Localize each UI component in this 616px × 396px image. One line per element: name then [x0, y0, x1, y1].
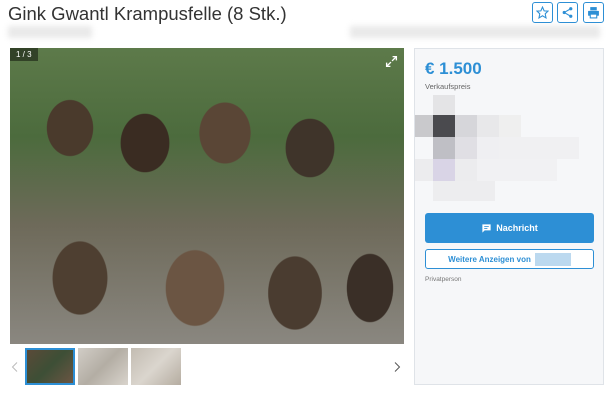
blurred-meta-right: [350, 26, 600, 38]
krampus-costumes-photo: [10, 48, 404, 344]
seller-type: Privatperson: [425, 276, 462, 283]
redacted-seller-name: [534, 252, 571, 266]
thumbnail-2[interactable]: [78, 348, 128, 385]
main-photo[interactable]: 1 / 3: [10, 48, 404, 344]
message-button[interactable]: Nachricht: [425, 213, 594, 243]
thumbnail-1[interactable]: [25, 348, 75, 385]
chat-icon: [482, 223, 491, 233]
favorite-button[interactable]: [532, 2, 553, 23]
print-icon: [588, 7, 599, 19]
more-ads-button[interactable]: Weitere Anzeigen von: [425, 249, 594, 269]
chevron-left-icon[interactable]: [8, 355, 22, 379]
photo-counter: 1 / 3: [10, 48, 38, 61]
expand-icon[interactable]: [384, 54, 398, 68]
thumbnail-strip: [10, 347, 404, 389]
star-icon: [536, 6, 549, 19]
share-icon: [562, 7, 573, 18]
price-label: Verkaufspreis: [425, 82, 471, 91]
chevron-right-icon[interactable]: [390, 355, 404, 379]
print-button[interactable]: [583, 2, 604, 23]
blurred-meta-left: [8, 26, 92, 38]
price: € 1.500: [425, 59, 482, 78]
message-button-label: Nachricht: [496, 223, 538, 233]
page-title: Gink Gwantl Krampusfelle (8 Stk.): [8, 3, 287, 24]
more-ads-label: Weitere Anzeigen von: [448, 254, 531, 264]
thumbnail-3[interactable]: [131, 348, 181, 385]
seller-panel: € 1.500 Verkaufspreis Nachricht Weitere …: [414, 48, 604, 385]
share-button[interactable]: [557, 2, 578, 23]
